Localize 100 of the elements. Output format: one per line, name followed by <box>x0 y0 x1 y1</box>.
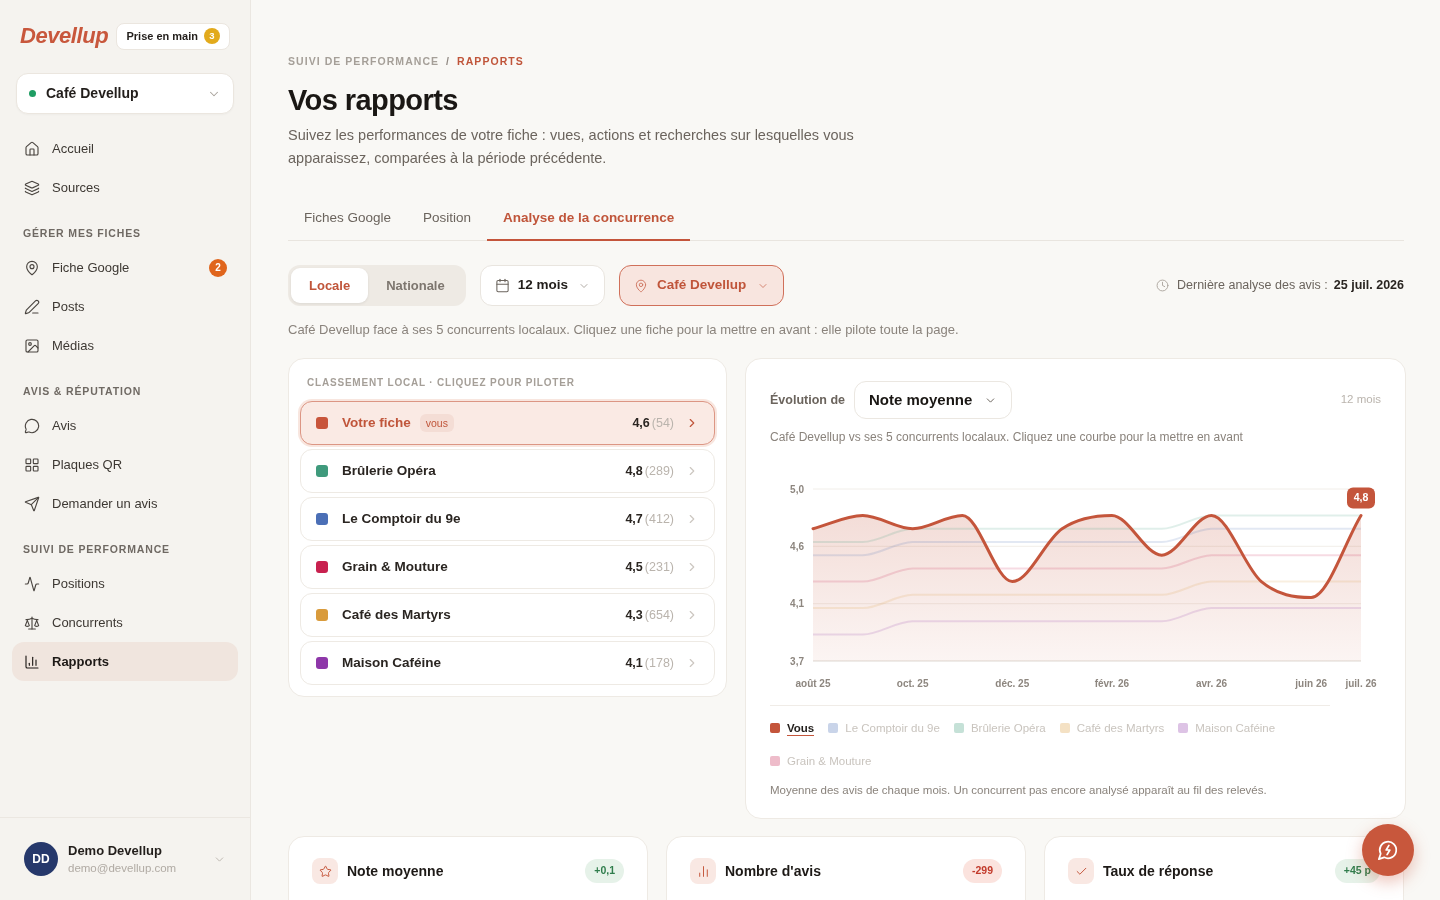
value-badge: 4,8 <box>1347 487 1375 509</box>
delta-badge: +0,1 <box>585 859 624 883</box>
rating-value: 4,1 <box>625 654 643 672</box>
grid-icon <box>24 456 40 473</box>
delta-badge: -299 <box>963 859 1002 883</box>
breadcrumb-current: RAPPORTS <box>457 54 524 70</box>
user-email: demo@devellup.com <box>68 860 177 876</box>
ranking-row[interactable]: Le Comptoir du 9e 4,7 (412) <box>300 497 715 541</box>
bar-chart-icon <box>24 653 40 670</box>
section-title: GÉRER MES FICHES <box>22 226 142 241</box>
review-count: (178) <box>644 654 674 672</box>
axis-label: févr. 26 <box>1094 678 1130 689</box>
stat-title: Taux de réponse <box>1103 861 1214 881</box>
location-dropdown[interactable]: Café Devellup <box>619 265 785 306</box>
home-icon <box>24 140 40 157</box>
segment-button[interactable]: Nationale <box>368 268 463 303</box>
nav-item[interactable]: Plaques QR <box>12 445 238 484</box>
review-count: (654) <box>644 606 674 624</box>
star-icon <box>312 858 338 884</box>
tab[interactable]: Analyse de la concurrence <box>487 197 691 241</box>
rating-value: 4,3 <box>625 606 643 624</box>
nav-item[interactable]: Fiche Google 2 <box>12 248 238 287</box>
last-analysis-label: Dernière analyse des avis : <box>1177 277 1328 295</box>
rating-value: 4,8 <box>625 462 643 480</box>
metric-label: Évolution de <box>770 391 845 409</box>
avatar: DD <box>24 842 58 876</box>
nav-item[interactable]: Demander un avis <box>12 484 238 523</box>
logo: Devellup <box>20 22 109 50</box>
competitor-name: Maison Caféine <box>342 653 442 672</box>
stat-title: Nombre d'avis <box>725 861 821 881</box>
nav-item[interactable]: Positions <box>12 564 238 603</box>
ranking-row[interactable]: Café des Martyrs 4,3 (654) <box>300 593 715 637</box>
axis-label: juil. 26 <box>1345 678 1377 689</box>
period-dropdown[interactable]: 12 mois <box>479 265 605 306</box>
image-icon <box>24 337 40 354</box>
swatch-icon <box>1059 723 1070 733</box>
card-title: CLASSEMENT LOCAL · CLIQUEZ POUR PILOTER <box>306 376 576 390</box>
nav-item[interactable]: Concurrents <box>12 603 238 642</box>
pen-icon <box>24 298 40 315</box>
stat-title: Note moyenne <box>347 861 444 881</box>
chart-subtitle: Café Devellup vs ses 5 concurrents localaux. Cliquez une courbe pour la mettre en avant <box>770 429 1244 446</box>
section-title: SUIVI DE PERFORMANCE <box>22 542 171 557</box>
business-selector[interactable]: Café Devellup <box>16 73 234 114</box>
nav-item[interactable]: Accueil <box>12 129 238 168</box>
scale-icon <box>24 614 40 631</box>
segment-button[interactable]: Locale <box>291 268 369 303</box>
competitor-name: Votre fiche <box>342 413 411 432</box>
ranking-row[interactable]: Maison Caféine 4,1 (178) <box>300 641 715 685</box>
swatch-icon <box>828 723 839 733</box>
breadcrumb-separator: / <box>446 54 451 70</box>
page-description: Suivez les performances de votre fiche : vues, actions et recherches sur lesquelles vous apparaissez, comparées à la période précédente. <box>288 126 855 168</box>
axis-label: août 25 <box>795 678 831 689</box>
nav-item[interactable]: Rapports <box>12 642 238 681</box>
count-badge: 2 <box>209 258 227 277</box>
axis-label: juin 26 <box>1295 678 1328 689</box>
onboarding-button[interactable]: Prise en main 3 <box>116 22 230 50</box>
nav-item[interactable]: Avis <box>12 406 238 445</box>
speech-bubble-icon <box>24 417 40 434</box>
page-title: Vos rapports <box>288 83 459 118</box>
you-tag: vous <box>419 414 454 432</box>
competitor-name: Grain & Mouture <box>342 557 448 576</box>
axis-label: 4,1 <box>790 598 804 610</box>
nav-item[interactable]: Posts <box>12 287 238 326</box>
ranking-row[interactable]: Votre fiche vous 4,6 (54) <box>300 401 715 445</box>
axis-label: 3,7 <box>790 655 804 667</box>
rating-value: 4,6 <box>632 414 650 432</box>
review-count: (412) <box>644 510 674 528</box>
swatch-icon <box>770 756 780 766</box>
competitor-name: Café des Martyrs <box>342 605 451 624</box>
map-pin-icon <box>634 278 648 293</box>
pulse-icon <box>24 575 40 592</box>
calendar-icon <box>494 278 510 293</box>
section-title: AVIS & RÉPUTATION <box>22 384 143 399</box>
chat-icon <box>1377 839 1399 861</box>
user-name: Demo Devellup <box>68 841 163 860</box>
annotation: 4,8 <box>1353 491 1369 504</box>
ranking-row[interactable]: Grain & Mouture 4,5 (231) <box>300 545 715 589</box>
tab[interactable]: Fiches Google <box>288 197 408 241</box>
tab[interactable]: Position <box>407 197 488 241</box>
axis-label: 5,0 <box>790 483 804 495</box>
period-label: 12 mois <box>1340 392 1381 408</box>
axis-label: avr. 26 <box>1195 678 1228 689</box>
bar-chart-icon <box>690 858 716 884</box>
nav-item[interactable]: Médias <box>12 326 238 365</box>
last-analysis-date: 25 juil. 2026 <box>1333 277 1404 295</box>
legend-item[interactable]: Vous <box>770 721 815 735</box>
ranking-row[interactable]: Brûlerie Opéra 4,8 (289) <box>300 449 715 493</box>
swatch-icon <box>953 723 964 733</box>
paper-plane-icon <box>24 495 40 512</box>
review-count: (231) <box>644 558 674 576</box>
hint-text: Café Devellup face à ses 5 concurrents localaux. Cliquez une fiche pour la mettre en avant : elle pilote toute la page. <box>288 321 960 339</box>
clock-icon <box>1156 279 1170 292</box>
competitor-name: Le Comptoir du 9e <box>342 509 461 528</box>
swatch-icon <box>770 723 780 733</box>
metric-dropdown[interactable]: Note moyenne <box>854 381 1013 419</box>
nav-item[interactable]: Sources <box>12 168 238 207</box>
review-count: (54) <box>651 414 674 432</box>
competitor-name: Brûlerie Opéra <box>342 461 436 480</box>
map-pin-icon <box>24 259 40 276</box>
chart-note: Moyenne des avis de chaque mois. Un concurrent pas encore analysé apparaît au fil des relevés. <box>770 783 1268 798</box>
